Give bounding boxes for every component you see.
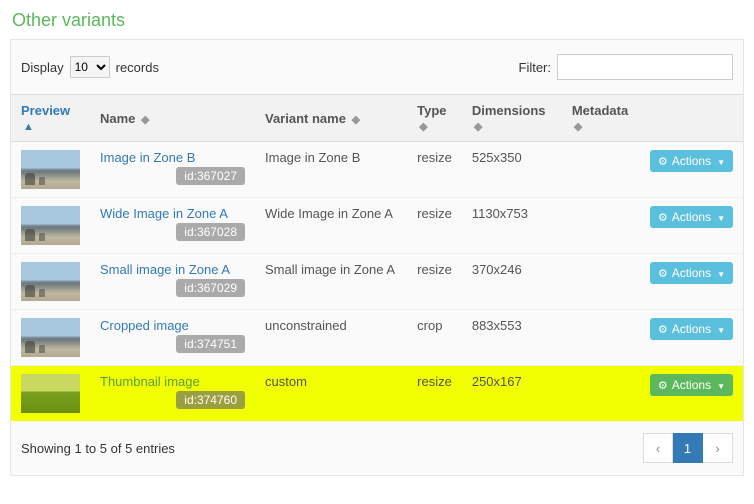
actions-button[interactable]: Actions xyxy=(650,150,733,172)
preview-thumbnail[interactable] xyxy=(21,318,80,357)
gear-icon xyxy=(658,154,668,168)
sort-icon: ◆ xyxy=(574,121,582,133)
per-page-select[interactable]: 10 xyxy=(70,56,110,78)
actions-button[interactable]: Actions xyxy=(650,206,733,228)
caret-down-icon xyxy=(715,378,725,392)
sort-asc-icon: ▲ xyxy=(23,121,34,133)
col-dimensions[interactable]: Dimensions ◆ xyxy=(462,95,562,142)
page-next-button[interactable]: › xyxy=(703,433,733,463)
caret-down-icon xyxy=(715,322,725,336)
actions-button[interactable]: Actions xyxy=(650,318,733,340)
id-badge: id:374751 xyxy=(176,335,245,353)
filter-label: Filter: xyxy=(519,60,552,75)
display-label: Display xyxy=(21,60,64,75)
id-badge: id:367027 xyxy=(176,167,245,185)
filter-input[interactable] xyxy=(557,54,733,80)
preview-thumbnail[interactable] xyxy=(21,374,80,413)
table-row: Image in Zone Bid:367027Image in Zone Br… xyxy=(11,142,743,198)
pagination: ‹ 1 › xyxy=(643,433,733,463)
caret-down-icon xyxy=(715,210,725,224)
metadata-cell xyxy=(562,310,640,366)
sort-icon: ◆ xyxy=(419,121,427,133)
type-cell: resize xyxy=(407,366,462,422)
col-variant[interactable]: Variant name ◆ xyxy=(255,95,407,142)
metadata-cell xyxy=(562,366,640,422)
metadata-cell xyxy=(562,142,640,198)
variant-name-cell: Wide Image in Zone A xyxy=(255,198,407,254)
gear-icon xyxy=(658,210,668,224)
actions-button[interactable]: Actions xyxy=(650,374,733,396)
metadata-cell xyxy=(562,198,640,254)
id-badge: id:367029 xyxy=(176,279,245,297)
id-badge: id:374760 xyxy=(176,391,245,409)
id-badge: id:367028 xyxy=(176,223,245,241)
variant-name-cell: Image in Zone B xyxy=(255,142,407,198)
sort-icon: ◆ xyxy=(474,121,482,133)
variant-name-cell: Small image in Zone A xyxy=(255,254,407,310)
sort-icon: ◆ xyxy=(352,114,360,126)
metadata-cell xyxy=(562,254,640,310)
sort-icon: ◆ xyxy=(141,114,149,126)
variant-name-cell: unconstrained xyxy=(255,310,407,366)
page-prev-button[interactable]: ‹ xyxy=(643,433,673,463)
variant-name-cell: custom xyxy=(255,366,407,422)
gear-icon xyxy=(658,378,668,392)
type-cell: resize xyxy=(407,198,462,254)
table-row: Wide Image in Zone A id:367028 Wide Image … xyxy=(11,198,743,254)
col-type[interactable]: Type ◆ xyxy=(407,95,462,142)
col-metadata[interactable]: Metadata ◆ xyxy=(562,95,640,142)
gear-icon xyxy=(658,322,668,336)
col-name[interactable]: Name ◆ xyxy=(90,95,255,142)
variant-name-link[interactable]: Cropped image xyxy=(100,318,189,333)
table-row: Small image in Zone A id:367029 Small imag… xyxy=(11,254,743,310)
col-preview[interactable]: Preview ▲ xyxy=(11,95,90,142)
preview-thumbnail[interactable] xyxy=(21,206,80,245)
variants-table: Preview ▲ Name ◆ Variant name ◆ Type ◆ D… xyxy=(11,94,743,421)
type-cell: crop xyxy=(407,310,462,366)
table-row: Thumbnail image id:374760 customresize250x… xyxy=(11,366,743,422)
dimensions-cell: 370x246 xyxy=(462,254,562,310)
table-row: Cropped image id:374751 unconstrainedcrop8… xyxy=(11,310,743,366)
table-controls: Display 10 records Filter: xyxy=(11,40,743,84)
records-label: records xyxy=(116,60,159,75)
panel-title: Other variants xyxy=(0,0,754,39)
col-actions xyxy=(640,95,743,142)
table-footer: Showing 1 to 5 of 5 entries ‹ 1 › xyxy=(11,421,743,475)
dimensions-cell: 525x350 xyxy=(462,142,562,198)
variant-name-link[interactable]: Image in Zone B xyxy=(100,150,195,165)
entries-info: Showing 1 to 5 of 5 entries xyxy=(21,441,175,456)
actions-button[interactable]: Actions xyxy=(650,262,733,284)
dimensions-cell: 250x167 xyxy=(462,366,562,422)
variant-name-link[interactable]: Small image in Zone A xyxy=(100,262,230,277)
type-cell: resize xyxy=(407,254,462,310)
gear-icon xyxy=(658,266,668,280)
type-cell: resize xyxy=(407,142,462,198)
preview-thumbnail[interactable] xyxy=(21,262,80,301)
variants-panel: Display 10 records Filter: Preview ▲ Nam… xyxy=(10,39,744,476)
caret-down-icon xyxy=(715,154,725,168)
caret-down-icon xyxy=(715,266,725,280)
dimensions-cell: 883x553 xyxy=(462,310,562,366)
page-1-button[interactable]: 1 xyxy=(673,433,703,463)
variant-name-link[interactable]: Wide Image in Zone A xyxy=(100,206,228,221)
dimensions-cell: 1130x753 xyxy=(462,198,562,254)
variant-name-link[interactable]: Thumbnail image xyxy=(100,374,200,389)
preview-thumbnail[interactable] xyxy=(21,150,80,189)
